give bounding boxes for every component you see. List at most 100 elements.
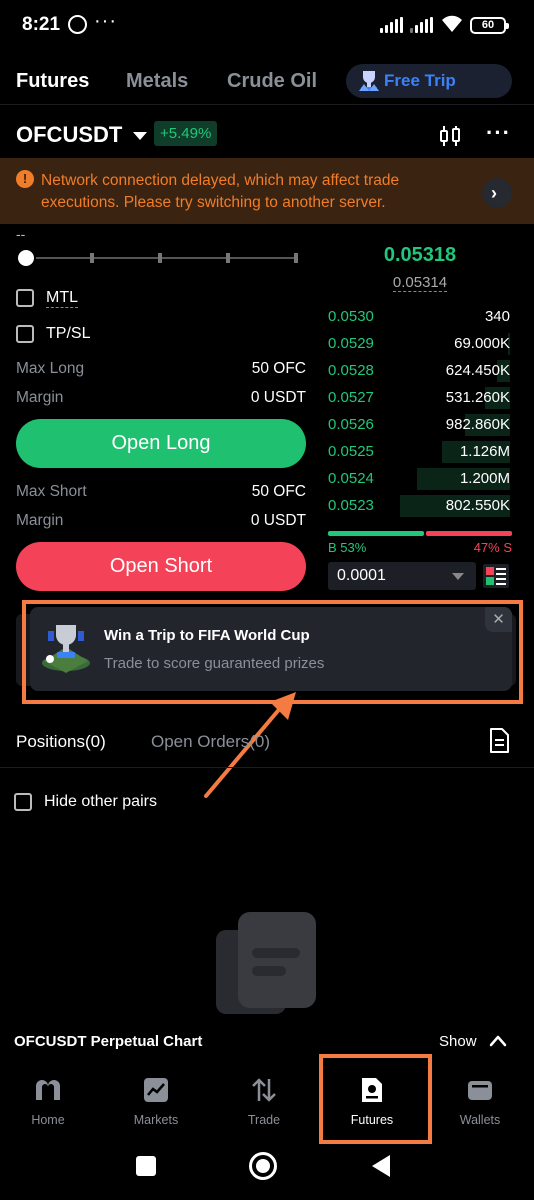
nav-home[interactable]: Home [0,1060,102,1140]
annotation-highlight-futures [319,1054,432,1144]
tpsl-checkbox[interactable] [16,325,34,343]
amount-slider[interactable] [16,248,300,268]
top-tabs: Futures Metals Crude Oil Free Trip [0,62,534,102]
tab-metals[interactable]: Metals [126,70,188,93]
positions-tabs: Positions(0) Open Orders(0) [0,728,534,768]
chevron-up-icon[interactable] [489,1034,507,1048]
order-history-icon[interactable] [488,728,510,754]
nav-markets-label: Markets [133,1113,179,1127]
hide-other-pairs-checkbox[interactable] [14,793,32,811]
margin-long-row: Margin 0 USDT [16,389,306,409]
switch-server-button[interactable]: › [482,178,512,208]
precision-select[interactable]: 0.0001 [328,562,476,590]
pair-header: OFCUSDT +5.49% ··· [0,118,534,154]
bid-price: 0.0524 [328,470,374,487]
caret-down-icon [452,573,464,580]
divider [0,767,534,768]
system-navigation-bar [0,1140,534,1200]
status-bar: 8:21 ··· 60 [0,0,534,52]
bid-price: 0.0523 [328,497,374,514]
candlestick-chart-icon[interactable] [438,124,462,148]
mtl-checkbox[interactable] [16,289,34,307]
mark-price[interactable]: 0.05314 [330,274,510,292]
order-book-row[interactable]: 0.0526 982.860K [328,414,510,436]
max-long-value: 50 OFC [251,360,306,377]
empty-state-document-icon [216,912,316,1014]
margin-label: Margin [16,512,64,529]
nav-trade-label: Trade [247,1113,281,1127]
margin-short-row: Margin 0 USDT [16,512,306,532]
bid-quantity: 1.200M [459,470,510,487]
tab-open-orders[interactable]: Open Orders(0) [151,732,270,752]
bid-quantity: 982.860K [445,416,510,433]
open-long-button[interactable]: Open Long [16,419,306,468]
nav-wallets[interactable]: Wallets [426,1060,534,1140]
bid-quantity: 531.260K [445,389,510,406]
max-short-label: Max Short [16,483,87,500]
tab-futures[interactable]: Futures [16,70,89,93]
buy-ratio-fill [328,531,424,536]
order-book-row[interactable]: 0.0525 1.126M [328,441,510,463]
max-long-row: Max Long 50 OFC [16,360,306,380]
order-book-row[interactable]: 0.0528 624.450K [328,360,510,382]
bid-quantity: 69.000K [454,335,510,352]
more-options-icon[interactable]: ··· [486,122,512,148]
tpsl-label: TP/SL [46,325,91,342]
orderbook-layout-icon[interactable] [482,563,510,589]
wallet-icon [468,1081,492,1100]
recent-apps-icon[interactable] [136,1156,156,1176]
whatsapp-icon [68,15,87,34]
last-price[interactable]: 0.05318 [330,244,510,267]
tab-crude-oil[interactable]: Crude Oil [227,70,317,93]
slider-tick[interactable] [294,253,298,263]
order-book-row[interactable]: 0.0530 340 [328,306,510,328]
bid-quantity: 802.550K [445,497,510,514]
free-trip-button[interactable]: Free Trip [346,64,512,98]
order-book-row[interactable]: 0.0524 1.200M [328,468,510,490]
annotation-highlight-promo [22,600,523,704]
mark-price-value: 0.05314 [392,274,448,292]
nav-wallets-label: Wallets [459,1113,501,1127]
pair-selector[interactable]: OFCUSDT [16,122,122,148]
markets-chart-icon [144,1078,168,1102]
nav-home-label: Home [31,1113,65,1127]
buy-sell-ratio-bar [328,531,512,536]
open-short-button[interactable]: Open Short [16,542,306,591]
chart-title: OFCUSDT Perpetual Chart [14,1033,203,1050]
network-warning-banner: ! Network connection delayed, which may … [0,158,534,224]
signal-icon-2 [410,17,434,33]
nav-trade[interactable]: Trade [210,1060,318,1140]
order-book-row[interactable]: 0.0527 531.260K [328,387,510,409]
tab-positions[interactable]: Positions(0) [16,732,106,752]
bid-price: 0.0529 [328,335,374,352]
mtl-label: MTL [46,289,78,308]
trophy-icon [359,71,379,91]
bid-price: 0.0526 [328,416,374,433]
max-long-label: Max Long [16,360,85,377]
order-book-row[interactable]: 0.0523 802.550K [328,495,510,517]
precision-value: 0.0001 [337,567,386,584]
slider-thumb[interactable] [16,248,36,268]
slider-tick[interactable] [158,253,162,263]
margin-long-value: 0 USDT [250,389,306,406]
margin-short-value: 0 USDT [250,512,306,529]
warning-icon: ! [16,170,34,188]
show-chart-button[interactable]: Show [439,1033,477,1050]
slider-tick[interactable] [90,253,94,263]
order-book-row[interactable]: 0.0529 69.000K [328,333,510,355]
trade-arrows-icon [252,1078,276,1102]
max-short-row: Max Short 50 OFC [16,483,306,503]
back-icon[interactable] [372,1155,390,1177]
battery-icon: 60 [470,17,509,34]
bid-price: 0.0527 [328,389,374,406]
price-change-badge: +5.49% [154,121,218,146]
home-button-icon[interactable] [249,1152,277,1180]
caret-down-icon[interactable] [133,132,147,140]
slider-tick[interactable] [226,253,230,263]
perpetual-chart-bar[interactable]: OFCUSDT Perpetual Chart Show [0,1026,534,1058]
free-trip-label: Free Trip [384,71,456,90]
nav-markets[interactable]: Markets [102,1060,210,1140]
bid-price: 0.0525 [328,443,374,460]
buy-ratio-label: B 53% [328,540,367,555]
status-time: 8:21 [22,14,61,35]
